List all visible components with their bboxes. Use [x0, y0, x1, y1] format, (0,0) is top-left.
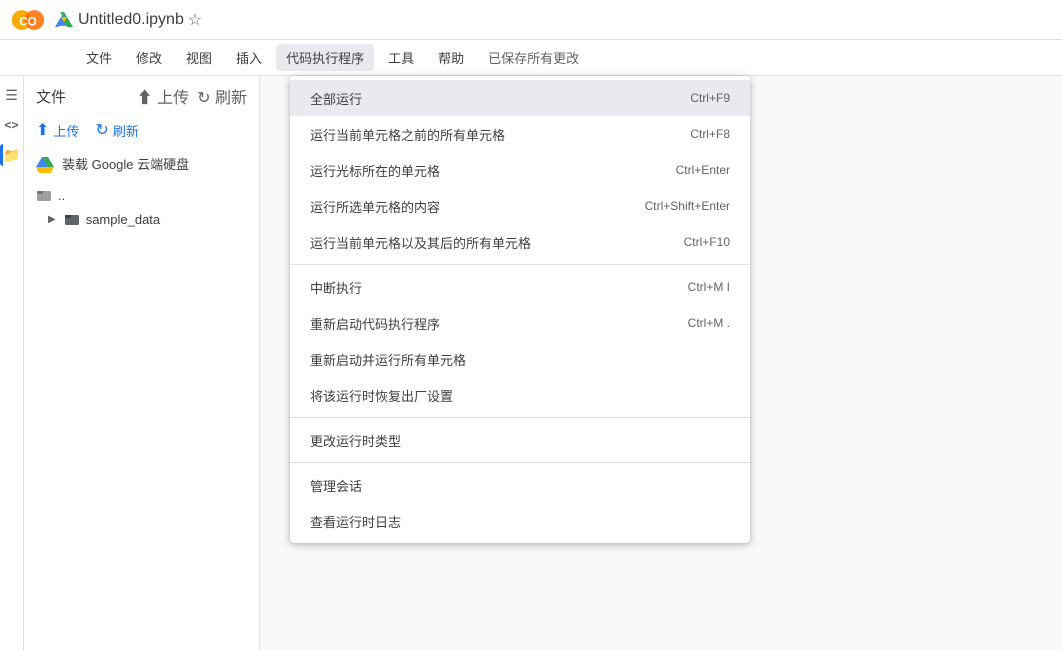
refresh-icon: ↻ — [95, 120, 108, 140]
nav-folder-icon[interactable]: 📁 — [0, 144, 22, 166]
menu-tools[interactable]: 工具 — [378, 44, 424, 71]
file-tree: .. ▶ sample_data — [24, 179, 259, 235]
restart-shortcut: Ctrl+M . — [688, 316, 730, 330]
upload-btn[interactable]: ⬆ 上传 — [137, 84, 189, 108]
menu-run-all[interactable]: 全部运行 Ctrl+F9 — [290, 80, 750, 116]
refresh-btn[interactable]: ↻ 刷新 — [197, 84, 247, 108]
menu-run-before[interactable]: 运行当前单元格之前的所有单元格 Ctrl+F8 — [290, 116, 750, 152]
menu-change-runtime[interactable]: 更改运行时类型 — [290, 422, 750, 458]
star-icon[interactable]: ☆ — [188, 10, 202, 30]
file-item-parent[interactable]: .. — [24, 183, 259, 207]
google-drive-label: 装载 Google 云端硬盘 — [62, 154, 189, 173]
divider-2 — [290, 417, 750, 418]
files-title: 文件 — [36, 86, 66, 107]
run-after-shortcut: Ctrl+F10 — [684, 235, 730, 249]
menu-restart[interactable]: 重新启动代码执行程序 Ctrl+M . — [290, 305, 750, 341]
nav-files-icon[interactable]: ☰ — [1, 84, 23, 106]
file-item-sample-data[interactable]: ▶ sample_data — [24, 207, 259, 231]
chevron-icon: ▶ — [48, 214, 56, 225]
menu-interrupt[interactable]: 中断执行 Ctrl+M I — [290, 269, 750, 305]
doc-title[interactable]: Untitled0.ipynb — [78, 11, 184, 29]
restart-label: 重新启动代码执行程序 — [310, 314, 668, 333]
upload-icon: ⬆ — [36, 120, 49, 140]
menu-run-selected[interactable]: 运行所选单元格的内容 Ctrl+Shift+Enter — [290, 188, 750, 224]
nav-code-icon[interactable]: <> — [1, 114, 23, 136]
run-after-label: 运行当前单元格以及其后的所有单元格 — [310, 233, 664, 252]
sidebar: 文件 ⬆ 上传 ↻ 刷新 ⬆ 上传 ↻ 刷新 — [0, 76, 260, 650]
menu-factory-reset[interactable]: 将该运行时恢复出厂设置 — [290, 377, 750, 413]
interrupt-label: 中断执行 — [310, 278, 668, 297]
menu-view[interactable]: 视图 — [176, 44, 222, 71]
co-logo[interactable]: CO — [8, 0, 48, 40]
menu-run-cursor[interactable]: 运行光标所在的单元格 Ctrl+Enter — [290, 152, 750, 188]
refresh-action[interactable]: ↻ 刷新 — [95, 120, 138, 140]
manage-sessions-label: 管理会话 — [310, 476, 710, 495]
google-drive-row[interactable]: 装载 Google 云端硬盘 — [24, 148, 259, 179]
run-all-label: 全部运行 — [310, 89, 670, 108]
upload-action[interactable]: ⬆ 上传 — [36, 120, 79, 140]
files-header: 文件 ⬆ 上传 ↻ 刷新 — [24, 76, 259, 116]
folder-parent-icon — [36, 187, 52, 203]
sidebar-actions-row: ⬆ 上传 ↻ 刷新 — [24, 116, 259, 148]
menu-runtime[interactable]: 代码执行程序 — [276, 44, 374, 71]
drive-small-icon — [36, 155, 54, 173]
nav-icon-bar: ☰ <> 📁 — [0, 76, 24, 650]
restart-run-all-label: 重新启动并运行所有单元格 — [310, 350, 710, 369]
run-all-shortcut: Ctrl+F9 — [690, 91, 730, 105]
menu-file[interactable]: 文件 — [76, 44, 122, 71]
menu-manage-sessions[interactable]: 管理会话 — [290, 467, 750, 503]
divider-3 — [290, 462, 750, 463]
file-parent-name: .. — [58, 188, 65, 203]
factory-reset-label: 将该运行时恢复出厂设置 — [310, 386, 710, 405]
change-runtime-label: 更改运行时类型 — [310, 431, 710, 450]
logo-area: CO Untitled0.ipynb ☆ — [8, 0, 202, 40]
run-selected-shortcut: Ctrl+Shift+Enter — [645, 199, 730, 213]
menu-bar: 文件 修改 视图 插入 代码执行程序 工具 帮助 已保存所有更改 — [0, 40, 1062, 76]
run-cursor-label: 运行光标所在的单元格 — [310, 161, 656, 180]
runtime-dropdown[interactable]: 全部运行 Ctrl+F9 运行当前单元格之前的所有单元格 Ctrl+F8 运行光… — [290, 76, 750, 543]
menu-view-logs[interactable]: 查看运行时日志 — [290, 503, 750, 539]
menu-run-after[interactable]: 运行当前单元格以及其后的所有单元格 Ctrl+F10 — [290, 224, 750, 260]
menu-edit[interactable]: 修改 — [126, 44, 172, 71]
run-selected-label: 运行所选单元格的内容 — [310, 197, 625, 216]
run-before-shortcut: Ctrl+F8 — [690, 127, 730, 141]
menu-insert[interactable]: 插入 — [226, 44, 272, 71]
divider-1 — [290, 264, 750, 265]
files-actions: ⬆ 上传 ↻ 刷新 — [137, 84, 247, 108]
interrupt-shortcut: Ctrl+M I — [688, 280, 730, 294]
menu-help[interactable]: 帮助 — [428, 44, 474, 71]
menu-saved: 已保存所有更改 — [478, 44, 589, 71]
run-before-label: 运行当前单元格之前的所有单元格 — [310, 125, 670, 144]
run-cursor-shortcut: Ctrl+Enter — [676, 163, 730, 177]
view-logs-label: 查看运行时日志 — [310, 512, 710, 531]
svg-text:CO: CO — [19, 15, 37, 28]
sample-data-name: sample_data — [86, 212, 160, 227]
menu-restart-run-all[interactable]: 重新启动并运行所有单元格 — [290, 341, 750, 377]
drive-icon — [54, 10, 74, 30]
folder-sample-icon — [64, 211, 80, 227]
top-bar: CO Untitled0.ipynb ☆ — [0, 0, 1062, 40]
sidebar-content: 文件 ⬆ 上传 ↻ 刷新 ⬆ 上传 ↻ 刷新 — [24, 76, 259, 650]
